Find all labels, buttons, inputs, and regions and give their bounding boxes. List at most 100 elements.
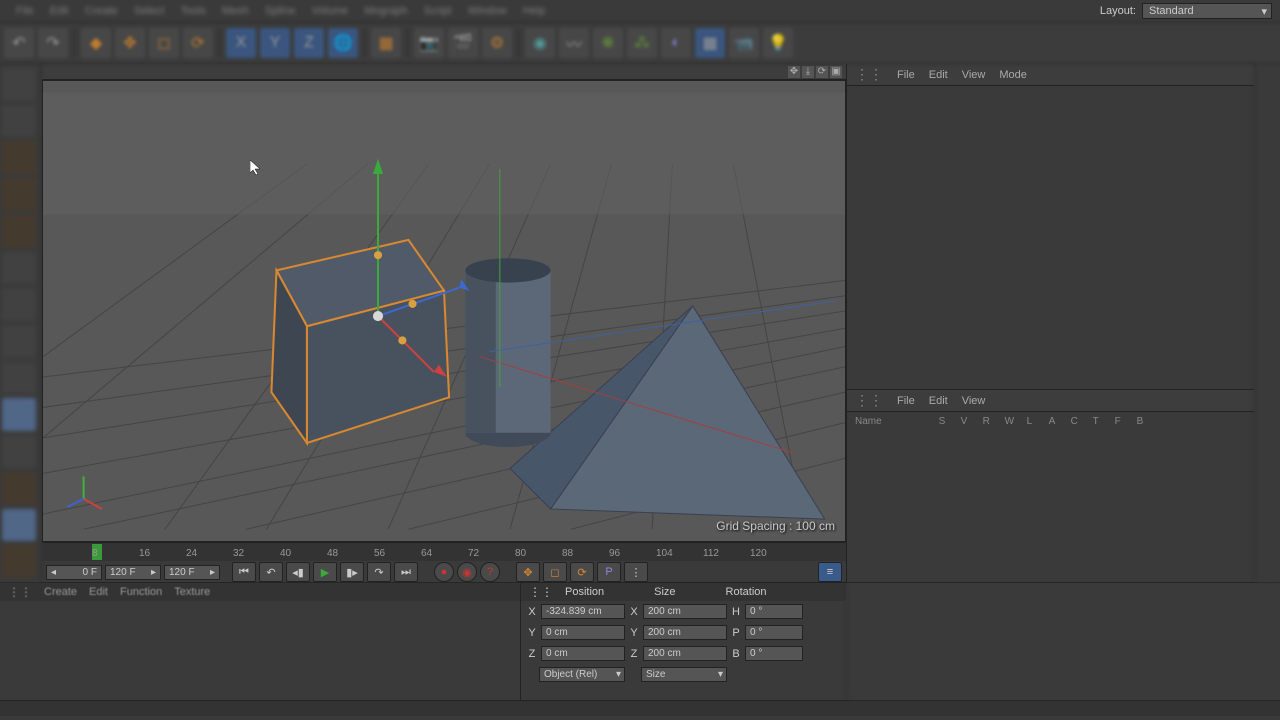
prev-key-button[interactable]: ↶: [259, 562, 283, 582]
key-pos-button[interactable]: ✥: [516, 562, 540, 582]
render-view-icon[interactable]: 📷: [414, 28, 444, 58]
snap2-icon[interactable]: [2, 435, 36, 468]
axis-mode-icon[interactable]: [2, 252, 36, 285]
keyframe-help-button[interactable]: ?: [480, 562, 500, 582]
layout-dropdown[interactable]: Standard: [1142, 3, 1272, 19]
autokey-button[interactable]: ◉: [457, 562, 477, 582]
far-right-tabs[interactable]: [1254, 64, 1280, 582]
attr-edit-menu[interactable]: Edit: [929, 395, 948, 407]
key-pla-button[interactable]: ⋮: [624, 562, 648, 582]
objects-mode-menu[interactable]: Mode: [999, 69, 1027, 81]
coord-mode-select[interactable]: Object (Rel): [539, 667, 625, 682]
end-frame-input[interactable]: 120 F▸: [164, 565, 220, 580]
attr-file-menu[interactable]: File: [897, 395, 915, 407]
panel-grip-icon[interactable]: ⋮⋮: [529, 585, 553, 599]
attr-view-menu[interactable]: View: [962, 395, 986, 407]
deformer-icon[interactable]: ◐: [661, 28, 691, 58]
menu-spline[interactable]: Spline: [265, 5, 296, 17]
start-frame-input[interactable]: ◂0 F: [46, 565, 102, 580]
prev-frame-button[interactable]: ◂▮: [286, 562, 310, 582]
axis-y-icon[interactable]: Y: [260, 28, 290, 58]
menu-mograph[interactable]: Mograph: [364, 5, 407, 17]
rot-P-input[interactable]: 0 °: [745, 625, 803, 640]
misc-icon[interactable]: [2, 509, 36, 542]
floor-icon[interactable]: ▦: [695, 28, 725, 58]
pos-Z-input[interactable]: 0 cm: [541, 646, 625, 661]
world-icon[interactable]: 🌐: [328, 28, 358, 58]
misc2-icon[interactable]: [2, 545, 36, 578]
attribute-manager[interactable]: [847, 430, 1254, 582]
ref-mode-icon[interactable]: [2, 288, 36, 321]
vp-rotate-icon[interactable]: ⟳: [816, 66, 828, 78]
next-key-button[interactable]: ↷: [367, 562, 391, 582]
camera-icon[interactable]: 📹: [729, 28, 759, 58]
texture-mode-icon[interactable]: [2, 105, 36, 138]
axis-z-icon[interactable]: Z: [294, 28, 324, 58]
key-param-button[interactable]: P: [597, 562, 621, 582]
render-settings-icon[interactable]: ⚙: [482, 28, 512, 58]
pos-X-input[interactable]: -324.839 cm: [541, 604, 625, 619]
timeline-options-button[interactable]: ≡: [818, 562, 842, 582]
current-frame-input[interactable]: 120 F▸: [105, 565, 161, 580]
mat-function-tab[interactable]: Function: [120, 586, 162, 598]
menu-create[interactable]: Create: [85, 5, 118, 17]
play-button[interactable]: ▶: [313, 562, 337, 582]
mat-edit-tab[interactable]: Edit: [89, 586, 108, 598]
render-icon[interactable]: ▦: [371, 28, 401, 58]
cube-icon[interactable]: ◉: [525, 28, 555, 58]
blank-icon[interactable]: [2, 325, 36, 358]
light-icon[interactable]: 💡: [763, 28, 793, 58]
edge-mode-icon[interactable]: [2, 178, 36, 211]
model-mode-icon[interactable]: [2, 68, 36, 101]
snap-icon[interactable]: [2, 398, 36, 431]
blank2-icon[interactable]: [2, 362, 36, 395]
pos-Y-input[interactable]: 0 cm: [541, 625, 625, 640]
panel-grip-icon[interactable]: ⋮⋮: [8, 585, 32, 599]
mat-texture-tab[interactable]: Texture: [174, 586, 210, 598]
mat-create-tab[interactable]: Create: [44, 586, 77, 598]
menu-volume[interactable]: Volume: [311, 5, 348, 17]
menu-mesh[interactable]: Mesh: [222, 5, 249, 17]
render-region-icon[interactable]: 🎬: [448, 28, 478, 58]
vp-move-icon[interactable]: ✥: [788, 66, 800, 78]
move-icon[interactable]: ✥: [115, 28, 145, 58]
nurbs-icon[interactable]: ❋: [593, 28, 623, 58]
panel-grip-icon[interactable]: ⋮⋮: [855, 66, 883, 83]
size-Y-input[interactable]: 200 cm: [643, 625, 727, 640]
menu-tools[interactable]: Tools: [180, 5, 206, 17]
rotate-icon[interactable]: ⟳: [183, 28, 213, 58]
material-manager[interactable]: ⋮⋮ Create Edit Function Texture: [0, 583, 520, 700]
key-rot-button[interactable]: ⟳: [570, 562, 594, 582]
objects-view-menu[interactable]: View: [962, 69, 986, 81]
undo-icon[interactable]: ↶: [4, 28, 34, 58]
timeline-ruler[interactable]: 81624324048566472808896104112120: [42, 543, 846, 561]
size-Z-input[interactable]: 200 cm: [643, 646, 727, 661]
polygon-mode-icon[interactable]: [2, 215, 36, 248]
menu-script[interactable]: Script: [424, 5, 452, 17]
3d-viewport[interactable]: Grid Spacing : 100 cm: [42, 80, 846, 542]
next-frame-button[interactable]: ▮▸: [340, 562, 364, 582]
select-icon[interactable]: ◆: [81, 28, 111, 58]
menu-edit[interactable]: Edit: [50, 5, 69, 17]
record-button[interactable]: ●: [434, 562, 454, 582]
scale-icon[interactable]: ◻: [149, 28, 179, 58]
object-manager[interactable]: [847, 86, 1254, 390]
array-icon[interactable]: ⁂: [627, 28, 657, 58]
vp-maximize-icon[interactable]: ▣: [830, 66, 842, 78]
menu-file[interactable]: File: [16, 5, 34, 17]
point-mode-icon[interactable]: [2, 141, 36, 174]
objects-edit-menu[interactable]: Edit: [929, 69, 948, 81]
menu-help[interactable]: Help: [523, 5, 546, 17]
panel-grip-icon[interactable]: ⋮⋮: [855, 392, 883, 409]
size-X-input[interactable]: 200 cm: [643, 604, 727, 619]
goto-end-button[interactable]: ⏭: [394, 562, 418, 582]
rot-H-input[interactable]: 0 °: [745, 604, 803, 619]
menu-window[interactable]: Window: [468, 5, 507, 17]
objects-file-menu[interactable]: File: [897, 69, 915, 81]
key-scale-button[interactable]: ◻: [543, 562, 567, 582]
workplane-icon[interactable]: [2, 472, 36, 505]
vp-zoom-icon[interactable]: ⤓: [802, 66, 814, 78]
menu-select[interactable]: Select: [134, 5, 165, 17]
size-mode-select[interactable]: Size: [641, 667, 727, 682]
rot-B-input[interactable]: 0 °: [745, 646, 803, 661]
